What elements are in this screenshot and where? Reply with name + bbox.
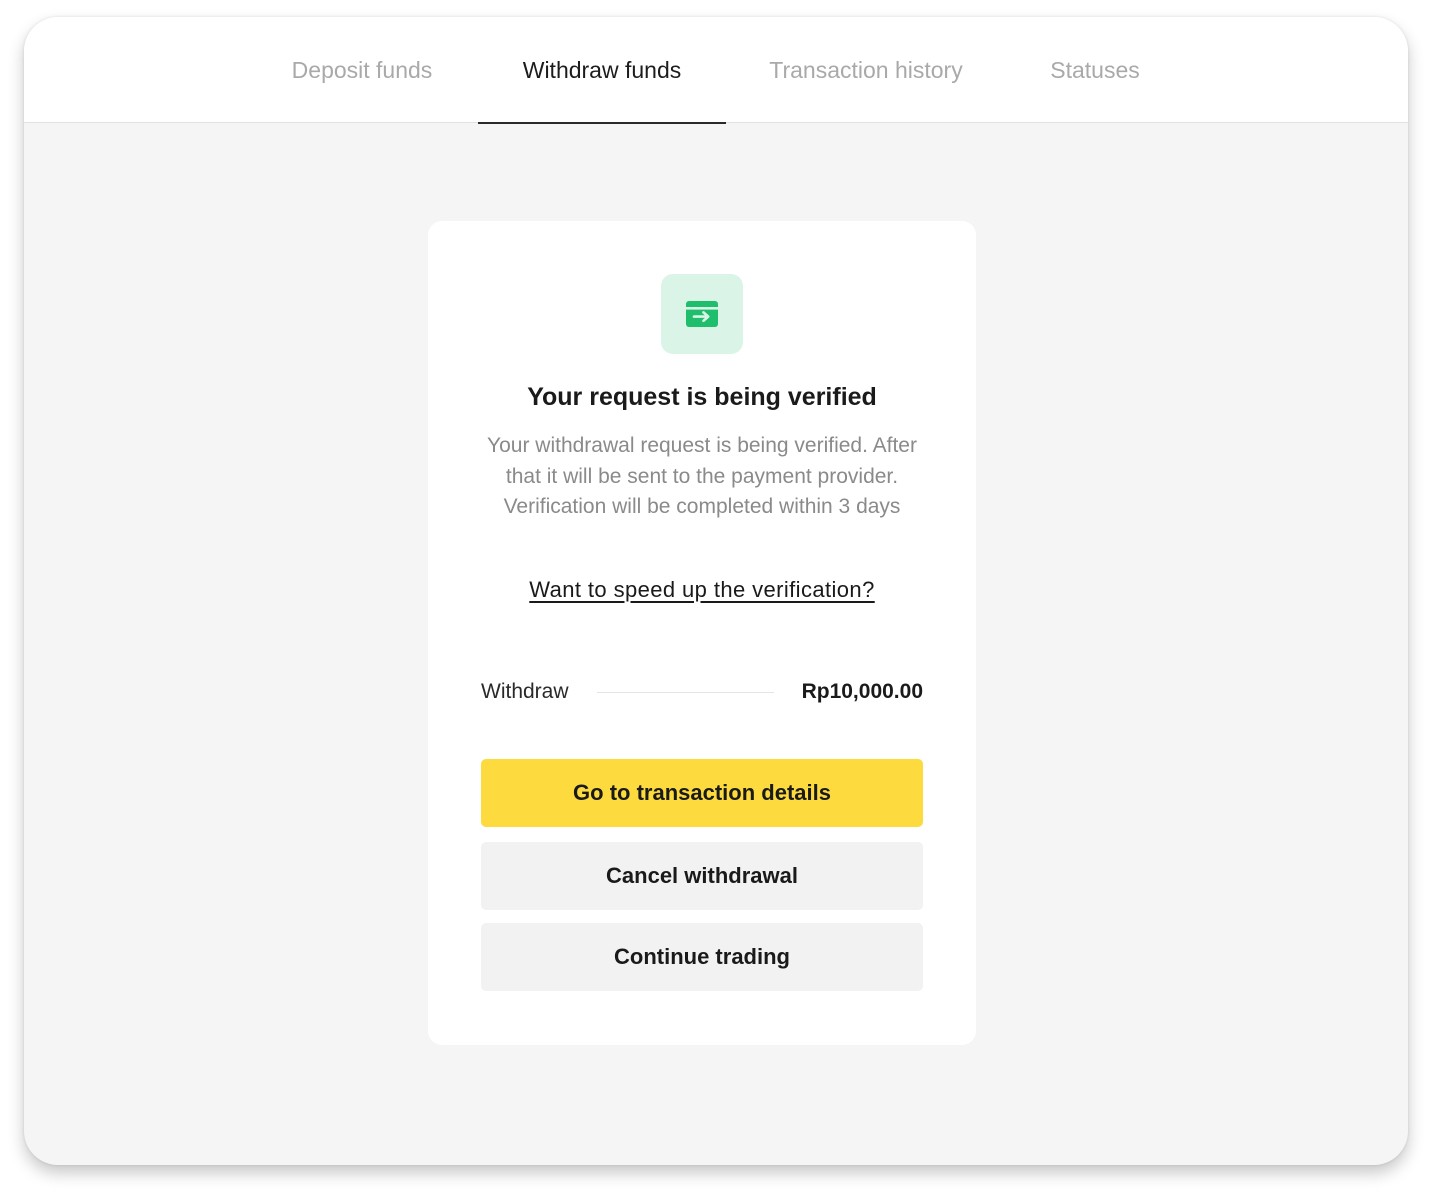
go-to-transaction-details-button[interactable]: Go to transaction details [481,759,923,827]
app-window: Deposit funds Withdraw funds Transaction… [24,17,1408,1165]
withdraw-amount-label: Withdraw [481,680,569,703]
continue-trading-button[interactable]: Continue trading [481,923,923,991]
amount-divider [596,691,774,693]
card-title: Your request is being verified [527,383,877,411]
withdraw-amount-row: Withdraw Rp10,000.00 [481,676,923,708]
tab-bar: Deposit funds Withdraw funds Transaction… [24,17,1408,124]
verification-card: Your request is being verified Your with… [428,221,976,1045]
wallet-transfer-glyph [686,301,718,327]
withdraw-amount-value: Rp10,000.00 [801,680,923,703]
speed-up-verification-link[interactable]: Want to speed up the verification? [428,577,976,603]
tab-deposit-funds[interactable]: Deposit funds [276,17,448,123]
cancel-withdrawal-button[interactable]: Cancel withdrawal [481,842,923,910]
tab-statuses[interactable]: Statuses [1034,17,1156,123]
card-description: Your withdrawal request is being verifie… [487,434,917,518]
tab-withdraw-funds[interactable]: Withdraw funds [478,17,726,124]
tab-transaction-history[interactable]: Transaction history [754,17,978,123]
wallet-transfer-icon [661,274,743,354]
